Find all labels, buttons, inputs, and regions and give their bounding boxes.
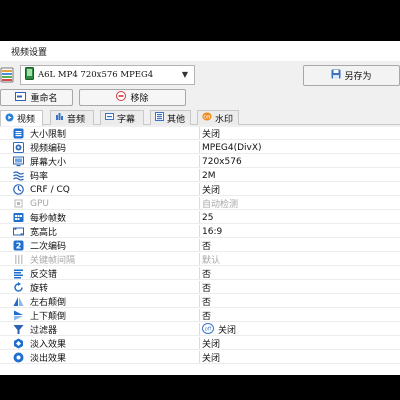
flip-horizontal-icon <box>13 296 24 307</box>
preset-actions: 重命名 移除 <box>0 89 400 106</box>
device-preset-icon <box>0 65 14 85</box>
property-row-crf-cq[interactable]: CRF / CQ 关闭 <box>0 183 400 196</box>
preset-dropdown[interactable]: A6L MP4 720x576 MPEG4 ▼ <box>20 65 195 85</box>
watermark-tab-icon: ON <box>202 112 212 124</box>
tab-watermark[interactable]: ON 水印 <box>197 110 239 125</box>
property-row-flip-vertical[interactable]: 上下颠倒 否 <box>0 309 400 322</box>
rename-icon <box>15 91 27 104</box>
bitrate-icon <box>13 170 24 181</box>
svg-text:ON: ON <box>204 114 211 120</box>
property-row-flip-horizontal[interactable]: 左右颠倒 否 <box>0 295 400 308</box>
tab-label: 字幕 <box>117 114 136 125</box>
property-row-size-limit[interactable]: 大小限制 关闭 <box>0 127 400 140</box>
property-row-keyframe-interval: 关键帧间隔 默认 <box>0 253 400 266</box>
audio-tab-icon <box>55 112 64 124</box>
property-row-video-codec[interactable]: 视频编码 MPEG4(DivX) <box>0 141 400 154</box>
property-value: 25 <box>202 212 214 223</box>
monitor-icon <box>13 156 24 167</box>
two-pass-icon: 2 <box>13 240 24 251</box>
property-row-filter[interactable]: 过滤器 off 关闭 <box>0 322 400 336</box>
property-row-deinterlace[interactable]: 反交错 否 <box>0 267 400 280</box>
property-value: 2M <box>202 170 216 181</box>
window-title: 视频设置 <box>11 47 48 58</box>
preset-row: A6L MP4 720x576 MPEG4 ▼ 另存为 <box>0 65 400 86</box>
property-label: GPU <box>30 198 49 209</box>
filter-icon <box>13 324 24 335</box>
tab-label: 水印 <box>215 114 234 125</box>
fade-out-icon <box>13 352 24 363</box>
svg-text:2: 2 <box>16 242 22 251</box>
remove-button[interactable]: 移除 <box>79 89 186 106</box>
save-as-label: 另存为 <box>344 72 372 82</box>
property-row-screen-size[interactable]: 屏幕大小 720x576 <box>0 155 400 168</box>
property-row-fade-out[interactable]: 淡出效果 关闭 <box>0 351 400 364</box>
video-settings-window: 视频设置 A6L MP4 720x576 MPEG4 ▼ 另存为 重命名 移除 … <box>0 41 400 375</box>
crf-icon <box>13 184 24 195</box>
phone-icon <box>25 67 34 83</box>
rename-label: 重命名 <box>30 94 58 104</box>
property-label: CRF / CQ <box>30 184 70 195</box>
video-tab-icon <box>5 113 14 125</box>
tab-label: 其他 <box>167 114 186 125</box>
remove-label: 移除 <box>130 94 149 104</box>
preset-value: A6L MP4 720x576 MPEG4 <box>38 70 154 80</box>
fps-icon <box>13 212 24 223</box>
flip-vertical-icon <box>13 310 24 321</box>
fade-in-icon <box>13 338 24 349</box>
tab-other[interactable]: 其他 <box>150 110 191 125</box>
gpu-icon <box>13 198 24 209</box>
aspect-ratio-icon <box>13 226 24 237</box>
size-limit-icon <box>13 128 24 139</box>
tab-subtitles[interactable]: 字幕 <box>100 110 144 125</box>
rotate-icon <box>13 282 24 293</box>
property-row-two-pass[interactable]: 2 二次编码 否 <box>0 239 400 252</box>
save-icon <box>331 69 341 82</box>
rename-button[interactable]: 重命名 <box>0 89 73 106</box>
property-row-bitrate[interactable]: 码率 2M <box>0 169 400 182</box>
property-value: 16:9 <box>202 226 223 237</box>
subtitle-tab-icon <box>105 112 114 124</box>
deinterlace-icon <box>13 268 24 279</box>
tab-label: 视频 <box>17 115 36 125</box>
property-value: 720x576 <box>202 156 242 167</box>
property-row-fps[interactable]: 每秒帧数 25 <box>0 211 400 224</box>
save-as-button[interactable]: 另存为 <box>303 65 400 86</box>
svg-text:off: off <box>205 326 212 332</box>
property-row-fade-in[interactable]: 淡入效果 关闭 <box>0 337 400 350</box>
property-row-rotate[interactable]: 旋转 否 <box>0 281 400 294</box>
property-grid: 大小限制 关闭 视频编码 MPEG4(DivX) 屏幕大小 720x576 码率… <box>0 127 400 375</box>
video-codec-icon <box>13 142 24 153</box>
property-value: MPEG4(DivX) <box>202 142 262 153</box>
tab-video[interactable]: 视频 <box>0 110 43 126</box>
tab-label: 音频 <box>67 114 86 125</box>
title-bar: 视频设置 <box>0 41 400 61</box>
settings-tabs: 视频 音频 字幕 其他 ON 水印 <box>0 110 400 126</box>
property-row-gpu: GPU 自动检测 <box>0 197 400 210</box>
other-tab-icon <box>155 112 164 124</box>
keyframe-icon <box>13 254 24 265</box>
property-row-aspect-ratio[interactable]: 宽高比 16:9 <box>0 225 400 238</box>
chevron-down-icon[interactable]: ▼ <box>182 70 188 79</box>
tab-audio[interactable]: 音频 <box>50 110 94 125</box>
remove-icon <box>116 91 127 104</box>
